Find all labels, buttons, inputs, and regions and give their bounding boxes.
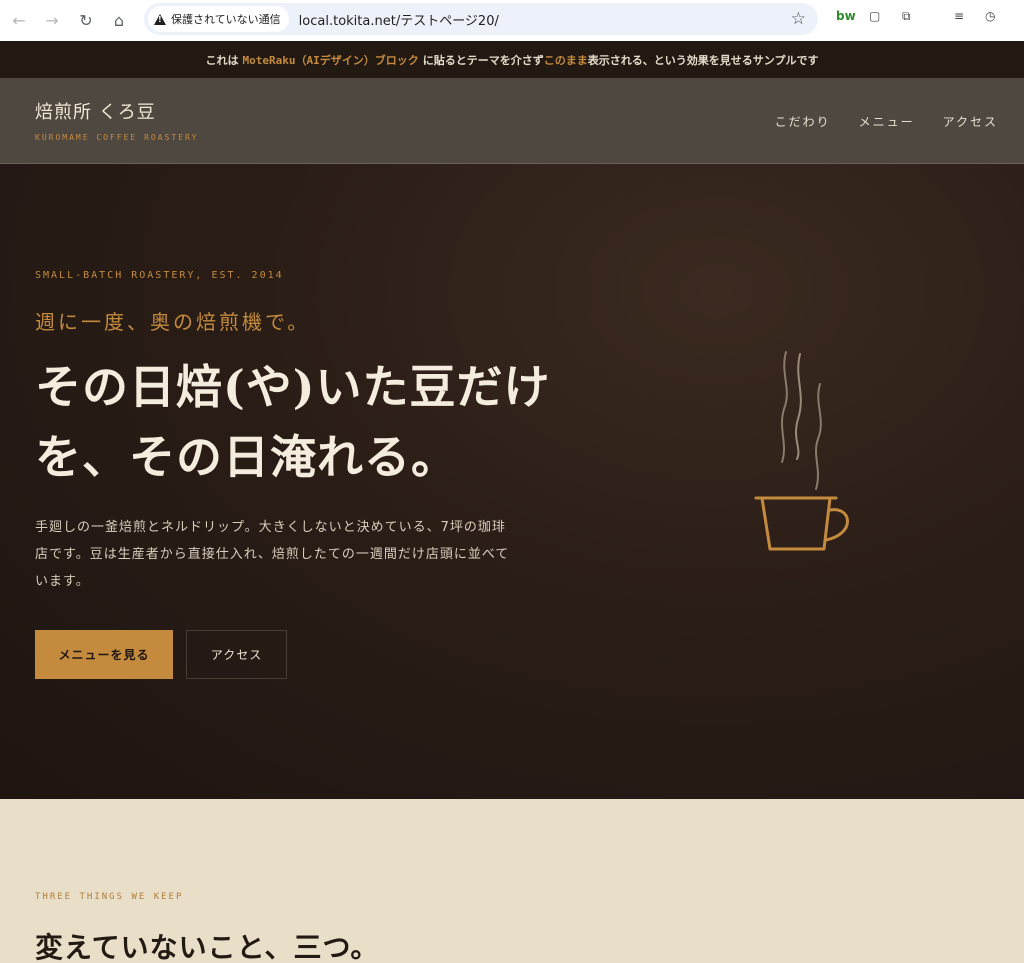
site-brand[interactable]: 焙煎所 くろ豆 [35,98,156,124]
nav-item-kodawari[interactable]: こだわり [775,113,831,130]
notice-suffix: 表示される、という効果を見せるサンプルです [587,53,819,67]
section-eyebrow: THREE THINGS WE KEEP [35,892,184,902]
security-chip[interactable]: 保護されていない通信 [148,6,289,32]
profile-icon[interactable]: ◷ [985,9,995,23]
nav-item-access[interactable]: アクセス [943,113,998,130]
main-nav: こだわり メニュー アクセス [775,113,998,130]
address-bar[interactable]: 保護されていない通信 local.tokita.net/テストページ20/ ☆ [144,3,818,35]
extension-bw-icon[interactable]: bw [836,9,856,23]
view-menu-button[interactable]: メニューを見る [35,630,173,679]
hero-description: 手廻しの一釜焙煎とネルドリップ。大きくしないと決めている、7坪の珈琲店です。豆は… [35,520,510,589]
bookmark-star-icon[interactable]: ☆ [791,9,806,29]
hero-lead: 週に一度、奥の焙煎機で。 [35,310,311,334]
hero-headline: その日焙(や)いた豆だけを、その日淹れる。 [35,360,551,484]
hero-eyebrow: SMALL-BATCH ROASTERY, EST. 2014 [35,270,284,281]
site-brand-subtitle: KUROMAME COFFEE ROASTERY [35,133,199,142]
reload-icon[interactable]: ↻ [72,7,100,35]
browser-toolbar: ← → ↻ ⌂ 保護されていない通信 local.tokita.net/テストペ… [0,0,1024,41]
extension-chat-icon[interactable]: ▢ [869,9,880,23]
notice-prefix: これは [205,53,239,67]
url-text[interactable]: local.tokita.net/テストページ20/ [299,10,499,29]
coffee-cup-icon [754,351,849,551]
notice-bar: これは MoteRaku（AIデザイン）ブロック に貼るとテーマを介さず このま… [0,41,1024,78]
section-title: 変えていないこと、三つ。 [35,931,380,963]
nav-item-menu[interactable]: メニュー [859,113,915,130]
forward-icon[interactable]: → [38,7,66,35]
media-control-icon[interactable]: ≡ [954,9,964,23]
site-header: 焙煎所 くろ豆 KUROMAME COFFEE ROASTERY こだわり メニ… [0,78,1024,164]
notice-code: MoteRaku（AIデザイン）ブロック [242,53,419,67]
notice-accent: このまま [543,53,588,67]
hero-section: SMALL-BATCH ROASTERY, EST. 2014 週に一度、奥の焙… [0,164,1024,799]
access-button[interactable]: アクセス [186,630,287,679]
security-label: 保護されていない通信 [171,13,281,26]
home-icon[interactable]: ⌂ [105,7,133,35]
extensions-puzzle-icon[interactable]: ⧉ [902,9,911,24]
back-icon[interactable]: ← [5,7,33,35]
notice-middle: に貼るとテーマを介さず [422,53,544,67]
warning-icon [154,13,166,25]
